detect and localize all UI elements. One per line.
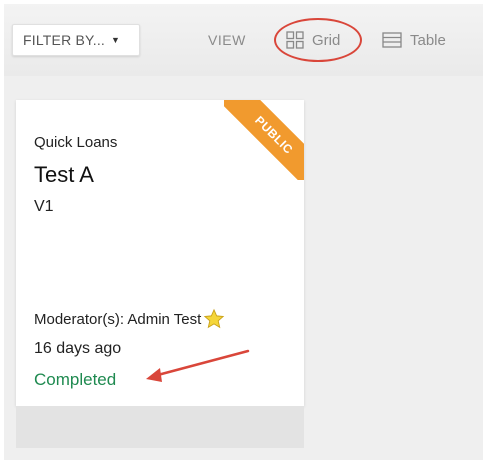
view-label: VIEW [208,32,246,48]
survey-card[interactable]: PUBLIC Quick Loans Test A V1 Moderator(s… [16,100,304,406]
filter-dropdown[interactable]: FILTER BY... ▼ [12,24,140,56]
card-moderators: Moderator(s): Admin Test [34,308,225,330]
status-label: Completed [34,370,117,389]
filter-label: FILTER BY... [23,32,106,48]
moderators-text: Moderator(s): Admin Test [34,310,202,328]
caret-down-icon: ▼ [111,35,121,45]
card-time: 16 days ago [34,340,122,357]
card-placeholder [16,406,304,448]
toolbar: FILTER BY... ▼ VIEW Grid Table [4,4,483,76]
grid-label: Grid [312,31,341,49]
public-badge: PUBLIC [224,100,304,180]
grid-icon [286,31,304,49]
table-label: Table [410,31,446,49]
app-frame: FILTER BY... ▼ VIEW Grid Table PUBLIC Qu… [4,4,483,460]
public-ribbon: PUBLIC [224,100,304,180]
table-view-button[interactable]: Table [382,26,446,54]
table-icon [382,32,402,48]
card-title: Test A [34,162,94,187]
card-category: Quick Loans [34,134,118,151]
star-icon [204,308,225,329]
grid-view-button[interactable]: Grid [286,26,340,54]
card-version: V1 [34,198,54,215]
